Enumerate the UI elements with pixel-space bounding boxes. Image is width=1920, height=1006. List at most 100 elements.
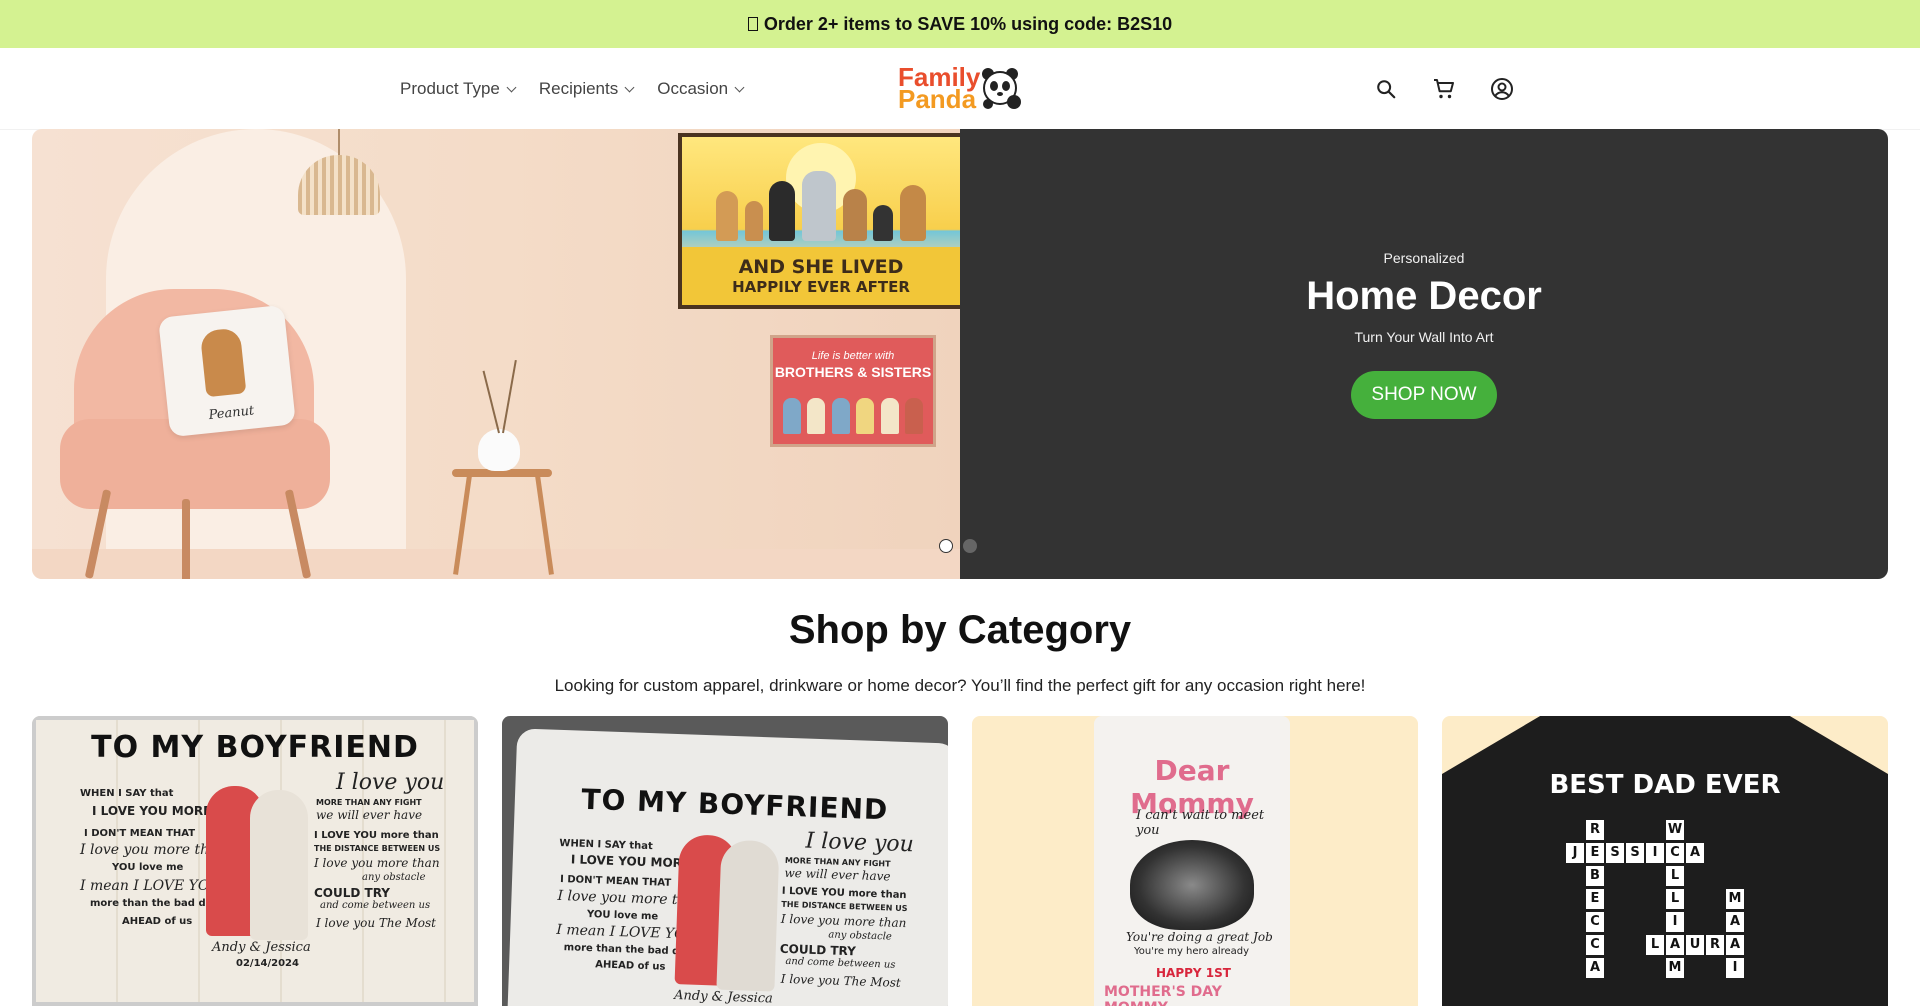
category-card-tumbler[interactable]: Dear Mommy I can't wait to meet you You'… bbox=[972, 716, 1418, 1006]
card-text-line: we will ever have bbox=[784, 865, 891, 884]
crossword-cell: A bbox=[1726, 935, 1744, 955]
card-text-line: we will ever have bbox=[316, 808, 423, 822]
dog-pillow: Peanut bbox=[158, 304, 296, 438]
card-names: Andy & Jessica bbox=[212, 940, 311, 955]
crossword-cell: C bbox=[1586, 935, 1604, 955]
card-text-line: MOTHER'S DAY MOMMY bbox=[1104, 984, 1222, 1006]
panda-icon bbox=[982, 68, 1021, 109]
card-text-line: I can't wait to meet you bbox=[1136, 808, 1265, 838]
pet-figure bbox=[899, 185, 926, 241]
card-text-line: I love you The Most bbox=[780, 971, 901, 990]
card-text-line: AHEAD of us bbox=[594, 959, 666, 973]
hero-image: Peanut AND SHE LIVED HAPPILY EVER AFTER bbox=[32, 129, 960, 579]
card-text-line: I DON'T MEAN THAT bbox=[84, 828, 196, 839]
account-icon[interactable] bbox=[1490, 77, 1514, 101]
crossword-cell: R bbox=[1706, 935, 1724, 955]
sibling-figure bbox=[856, 398, 875, 434]
card-text-line: HAPPY 1ST bbox=[1156, 966, 1231, 980]
dog-portrait bbox=[199, 327, 247, 398]
crossword-cell: B bbox=[1586, 866, 1604, 886]
crossword-cell: E bbox=[1586, 843, 1604, 863]
card-text-line: THE DISTANCE BETWEEN US bbox=[314, 844, 441, 853]
crossword-cell: I bbox=[1726, 958, 1744, 978]
logo-wordmark: Family Panda bbox=[898, 64, 980, 114]
card-text-line: I love you bbox=[805, 828, 915, 858]
pillow-name: Peanut bbox=[207, 403, 255, 424]
couple-figure bbox=[250, 790, 308, 940]
card-text-line: I love you more than bbox=[314, 856, 440, 870]
pet-figure bbox=[873, 205, 894, 241]
card-text-line: You're my hero already bbox=[1134, 946, 1250, 957]
hero-title: Home Decor bbox=[1306, 273, 1542, 318]
crossword-cell: A bbox=[1686, 843, 1704, 863]
category-card-pillow[interactable]: TO MY BOYFRIEND WHEN I SAY that I LOVE Y… bbox=[502, 716, 948, 1006]
card-text-line: and come between us bbox=[320, 900, 431, 911]
vase bbox=[478, 429, 520, 471]
crossword-cell: S bbox=[1626, 843, 1644, 863]
nav-product-type[interactable]: Product Type bbox=[400, 79, 517, 99]
slide-dots bbox=[939, 539, 977, 553]
chair-leg bbox=[182, 499, 190, 579]
promo-bar: Order 2+ items to SAVE 10% using code: B… bbox=[0, 0, 1920, 48]
card-heading: BEST DAD EVER bbox=[1549, 770, 1781, 800]
crossword-cell: L bbox=[1646, 935, 1664, 955]
shop-now-button[interactable]: SHOP NOW bbox=[1351, 370, 1497, 419]
crossword-cell: J bbox=[1566, 843, 1584, 863]
site-header: Product Type Recipients Occasion Family … bbox=[0, 48, 1920, 130]
ultrasound-image bbox=[1130, 840, 1254, 930]
pet-figures bbox=[716, 171, 926, 241]
card-date: 02/14/2024 bbox=[236, 958, 299, 969]
crossword-cell: L bbox=[1666, 866, 1684, 886]
card-text-line: WHEN I SAY that bbox=[559, 837, 653, 853]
hero-kicker: Personalized bbox=[1383, 249, 1465, 266]
card-heading: TO MY BOYFRIEND bbox=[91, 730, 419, 765]
crossword-cell: E bbox=[1586, 889, 1604, 909]
poster-she-lived: AND SHE LIVED HAPPILY EVER AFTER bbox=[678, 133, 960, 309]
sibling-figure bbox=[880, 398, 899, 434]
chevron-down-icon bbox=[506, 82, 517, 92]
gift-icon bbox=[747, 17, 758, 31]
poster2-line1: Life is better with bbox=[811, 350, 895, 362]
promo-text: Order 2+ items to SAVE 10% using code: B… bbox=[763, 13, 1173, 34]
header-icons bbox=[1374, 48, 1514, 130]
sibling-figure bbox=[904, 398, 923, 434]
lamp-wire bbox=[338, 129, 340, 157]
category-card-tshirt[interactable]: BEST DAD EVER R B E C C A J E S S I C A … bbox=[1442, 716, 1888, 1006]
sibling-figures bbox=[783, 394, 923, 434]
card-heading: TO MY BOYFRIEND bbox=[580, 782, 889, 827]
crossword-cell: C bbox=[1586, 912, 1604, 932]
category-title: Shop by Category bbox=[788, 608, 1132, 652]
slide-dot-2[interactable] bbox=[963, 539, 977, 553]
site-logo[interactable]: Family Panda bbox=[898, 58, 1024, 118]
card-text-line: I mean I LOVE YOU bbox=[80, 878, 222, 894]
cart-icon[interactable] bbox=[1432, 77, 1456, 101]
card-text-line: I LOVE YOU MORE bbox=[570, 852, 691, 871]
poster-line1: AND SHE LIVED bbox=[738, 256, 904, 278]
poster-line2: HAPPILY EVER AFTER bbox=[732, 278, 910, 296]
card-text-line: I DON'T MEAN THAT bbox=[559, 874, 672, 889]
crossword-cell: M bbox=[1726, 889, 1744, 909]
card-text-line: You're doing a great Job bbox=[1126, 930, 1273, 944]
pet-figure bbox=[769, 181, 796, 241]
crossword-cell: S bbox=[1606, 843, 1624, 863]
card-text-line: I love you more than bbox=[80, 842, 227, 858]
card-text-line: AHEAD of us bbox=[122, 916, 193, 927]
sibling-figure bbox=[807, 398, 826, 434]
pet-figure bbox=[716, 191, 738, 241]
search-icon[interactable] bbox=[1374, 77, 1398, 101]
card-text-line: I LOVE YOU MORE bbox=[92, 804, 212, 818]
logo-line2: Panda bbox=[898, 84, 977, 114]
couple-figure bbox=[716, 839, 780, 992]
nav-recipients[interactable]: Recipients bbox=[539, 79, 635, 99]
nav-occasion[interactable]: Occasion bbox=[657, 79, 745, 99]
card-text-line: MORE THAN ANY FIGHT bbox=[316, 798, 422, 807]
card-text-line: any obstacle bbox=[362, 872, 426, 883]
canvas-print: TO MY BOYFRIEND WHEN I SAY that I LOVE Y… bbox=[32, 716, 478, 1006]
crossword-cell: R bbox=[1586, 820, 1604, 840]
slide-dot-1[interactable] bbox=[939, 539, 953, 553]
category-card-canvas[interactable]: TO MY BOYFRIEND WHEN I SAY that I LOVE Y… bbox=[32, 716, 478, 1006]
floor bbox=[32, 549, 960, 579]
card-text-line: more than the bad days bbox=[90, 898, 225, 909]
main-nav: Product Type Recipients Occasion bbox=[400, 48, 745, 130]
chevron-down-icon bbox=[734, 82, 745, 92]
